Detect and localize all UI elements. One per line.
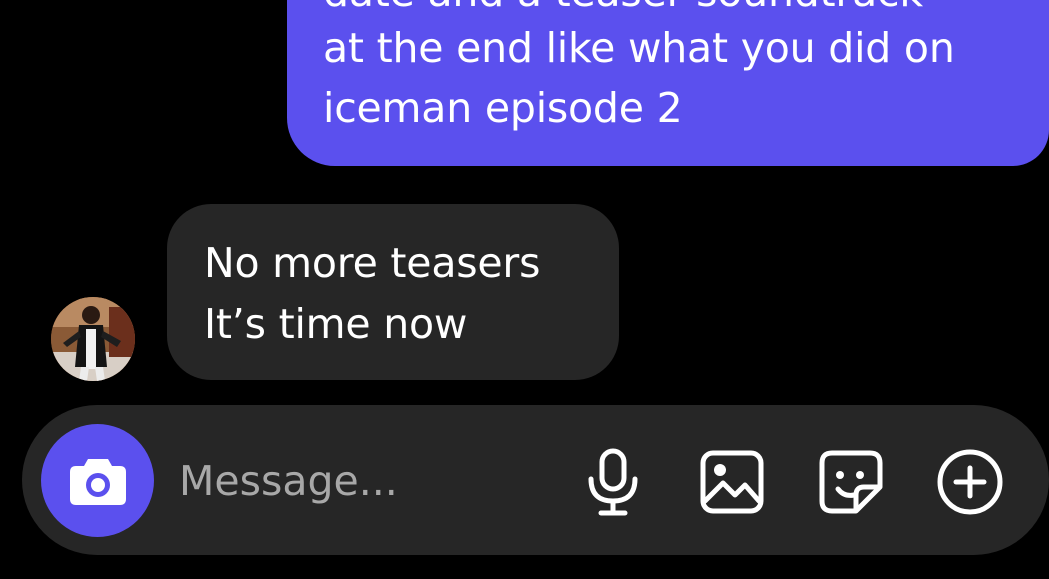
message-input[interactable] <box>179 451 559 511</box>
profile-photo-icon <box>51 297 135 381</box>
add-button[interactable] <box>935 447 1005 517</box>
message-composer <box>22 405 1049 555</box>
plus-circle-icon <box>937 449 1003 515</box>
received-message-bubble[interactable]: No more teasers It’s time now <box>167 204 619 380</box>
sent-message-bubble[interactable]: date and a teaser soundtrack at the end … <box>287 0 1049 166</box>
received-message-line: It’s time now <box>204 300 468 348</box>
sticker-button[interactable] <box>816 447 886 517</box>
microphone-icon <box>588 448 638 516</box>
chat-screen: date and a teaser soundtrack at the end … <box>0 0 1049 579</box>
sent-message-line: date and a teaser soundtrack <box>323 0 923 18</box>
avatar[interactable] <box>51 297 135 381</box>
gallery-button[interactable] <box>697 447 767 517</box>
sticker-icon <box>819 450 883 514</box>
sent-message-line: at the end like what you did on <box>323 24 955 72</box>
camera-icon <box>69 458 126 505</box>
camera-button[interactable] <box>41 424 154 537</box>
gallery-icon <box>700 450 764 514</box>
microphone-button[interactable] <box>578 447 648 517</box>
sent-message-line: iceman episode 2 <box>323 84 683 132</box>
received-message-line: No more teasers <box>204 239 541 287</box>
